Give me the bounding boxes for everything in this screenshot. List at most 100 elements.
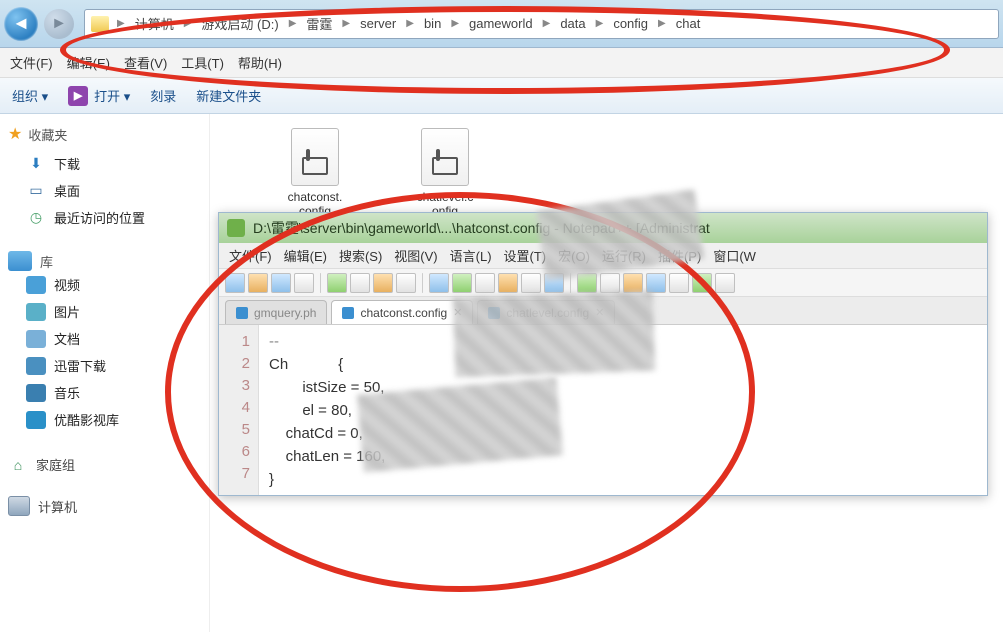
file-item-chatlevel[interactable]: chatlevel.config xyxy=(400,128,490,219)
notepadpp-toolbar xyxy=(219,269,987,297)
computer-header[interactable]: 计算机 xyxy=(8,496,201,516)
toolbar-button[interactable] xyxy=(452,273,472,293)
toolbar-button[interactable] xyxy=(669,273,689,293)
line-gutter: 1234567 xyxy=(219,325,259,495)
npp-menu-file[interactable]: 文件(F) xyxy=(229,246,272,265)
chevron-right-icon: ▶ xyxy=(654,18,670,29)
npp-menu-search[interactable]: 搜索(S) xyxy=(339,246,382,265)
chevron-right-icon: ▶ xyxy=(113,18,129,29)
toolbar-button[interactable] xyxy=(623,273,643,293)
breadcrumb[interactable]: ▶ 计算机 ▶ 游戏启动 (D:) ▶ 雷霆 ▶ server ▶ bin ▶ … xyxy=(84,9,999,39)
notepadpp-tabs: gmquery.ph chatconst.config✕ chatlevel.c… xyxy=(219,297,987,325)
tab-close-icon[interactable]: ✕ xyxy=(453,306,462,319)
forward-button[interactable]: ► xyxy=(44,9,74,39)
toolbar-button[interactable] xyxy=(396,273,416,293)
code-area[interactable]: -- Ch { istSize = 50, el = 80, chatCd = … xyxy=(259,325,395,495)
toolbar-button[interactable] xyxy=(692,273,712,293)
desktop-icon: ▭ xyxy=(26,182,46,200)
breadcrumb-item[interactable]: config xyxy=(611,16,650,31)
tab-file-icon xyxy=(342,307,354,319)
toolbar-button[interactable] xyxy=(350,273,370,293)
music-icon xyxy=(26,384,46,402)
npp-menu-window[interactable]: 窗口(W xyxy=(713,246,756,265)
breadcrumb-item[interactable]: 雷霆 xyxy=(304,14,334,33)
notepadpp-editor[interactable]: 1234567 -- Ch { istSize = 50, el = 80, c… xyxy=(219,325,987,495)
newfolder-button[interactable]: 新建文件夹 xyxy=(196,86,261,105)
toolbar-button[interactable] xyxy=(475,273,495,293)
burn-button[interactable]: 刻录 xyxy=(150,86,176,105)
breadcrumb-item[interactable]: server xyxy=(358,16,398,31)
file-item-chatconst[interactable]: chatconst.config xyxy=(270,128,360,219)
folder-icon xyxy=(91,16,109,32)
xunlei-icon xyxy=(26,357,46,375)
toolbar-button[interactable] xyxy=(271,273,291,293)
back-button[interactable]: ◄ xyxy=(4,7,38,41)
sidebar-item-desktop[interactable]: ▭桌面 xyxy=(8,177,201,204)
menu-file[interactable]: 文件(F) xyxy=(10,53,53,72)
computer-icon xyxy=(8,496,30,516)
organize-button[interactable]: 组织 ▾ xyxy=(12,86,48,105)
toolbar-button[interactable] xyxy=(294,273,314,293)
explorer-toolbar: 组织 ▾ ▶打开 ▾ 刻录 新建文件夹 xyxy=(0,78,1003,114)
npp-menu-lang[interactable]: 语言(L) xyxy=(450,246,492,265)
open-button[interactable]: ▶打开 ▾ xyxy=(68,86,130,106)
toolbar-button[interactable] xyxy=(646,273,666,293)
vs-icon: ▶ xyxy=(68,86,88,106)
toolbar-button[interactable] xyxy=(327,273,347,293)
tab-chatconst[interactable]: chatconst.config✕ xyxy=(331,300,473,324)
toolbar-button[interactable] xyxy=(373,273,393,293)
toolbar-button[interactable] xyxy=(715,273,735,293)
chevron-right-icon: ▶ xyxy=(539,18,555,29)
sidebar-item-music[interactable]: 音乐 xyxy=(8,379,201,406)
breadcrumb-item[interactable]: chat xyxy=(674,16,703,31)
video-icon xyxy=(26,276,46,294)
tab-chatlevel[interactable]: chatlevel.config✕ xyxy=(477,300,615,324)
favorites-header[interactable]: ★ 收藏夹 xyxy=(8,124,201,144)
npp-menu-settings[interactable]: 设置(T) xyxy=(504,246,547,265)
toolbar-button[interactable] xyxy=(429,273,449,293)
toolbar-button[interactable] xyxy=(544,273,564,293)
pictures-icon xyxy=(26,303,46,321)
documents-icon xyxy=(26,330,46,348)
chevron-right-icon: ▶ xyxy=(592,18,608,29)
sidebar-item-video[interactable]: 视频 xyxy=(8,271,201,298)
menu-tools[interactable]: 工具(T) xyxy=(181,53,224,72)
breadcrumb-item[interactable]: gameworld xyxy=(467,16,535,31)
notepadpp-menubar: 文件(F) 编辑(E) 搜索(S) 视图(V) 语言(L) 设置(T) 宏(O)… xyxy=(219,243,987,269)
npp-menu-macro[interactable]: 宏(O) xyxy=(558,246,590,265)
breadcrumb-item[interactable]: 计算机 xyxy=(133,14,176,33)
chevron-right-icon: ▶ xyxy=(285,18,301,29)
npp-menu-edit[interactable]: 编辑(E) xyxy=(284,246,327,265)
npp-menu-run[interactable]: 运行(R) xyxy=(602,246,646,265)
breadcrumb-item[interactable]: 游戏启动 (D:) xyxy=(199,14,280,33)
tab-gmquery[interactable]: gmquery.ph xyxy=(225,300,327,324)
toolbar-button[interactable] xyxy=(225,273,245,293)
sidebar-item-recent[interactable]: ◷最近访问的位置 xyxy=(8,204,201,231)
toolbar-button[interactable] xyxy=(498,273,518,293)
npp-menu-plugins[interactable]: 插件(P) xyxy=(658,246,701,265)
libraries-header[interactable]: 库 xyxy=(8,251,201,271)
sidebar-item-xunlei[interactable]: 迅雷下载 xyxy=(8,352,201,379)
sidebar-item-pictures[interactable]: 图片 xyxy=(8,298,201,325)
toolbar-button[interactable] xyxy=(521,273,541,293)
tab-file-icon xyxy=(236,307,248,319)
homegroup-icon: ⌂ xyxy=(8,456,28,474)
breadcrumb-item[interactable]: data xyxy=(558,16,587,31)
sidebar-item-documents[interactable]: 文档 xyxy=(8,325,201,352)
explorer-content: chatconst.config chatlevel.config D:\雷霆\… xyxy=(210,114,1003,632)
menu-help[interactable]: 帮助(H) xyxy=(238,53,282,72)
menu-view[interactable]: 查看(V) xyxy=(124,53,167,72)
tab-close-icon[interactable]: ✕ xyxy=(595,306,604,319)
menu-edit[interactable]: 编辑(E) xyxy=(67,53,110,72)
npp-menu-view[interactable]: 视图(V) xyxy=(394,246,437,265)
notepadpp-title: D:\雷霆\server\bin\gameworld\...\hatconst.… xyxy=(253,218,710,238)
toolbar-button[interactable] xyxy=(248,273,268,293)
toolbar-button[interactable] xyxy=(600,273,620,293)
homegroup-header[interactable]: ⌂ 家庭组 xyxy=(8,455,201,474)
notepadpp-titlebar[interactable]: D:\雷霆\server\bin\gameworld\...\hatconst.… xyxy=(219,213,987,243)
config-file-icon xyxy=(421,128,469,186)
sidebar-item-youku[interactable]: 优酷影视库 xyxy=(8,406,201,433)
toolbar-button[interactable] xyxy=(577,273,597,293)
breadcrumb-item[interactable]: bin xyxy=(422,16,443,31)
sidebar-item-downloads[interactable]: ⬇下载 xyxy=(8,150,201,177)
